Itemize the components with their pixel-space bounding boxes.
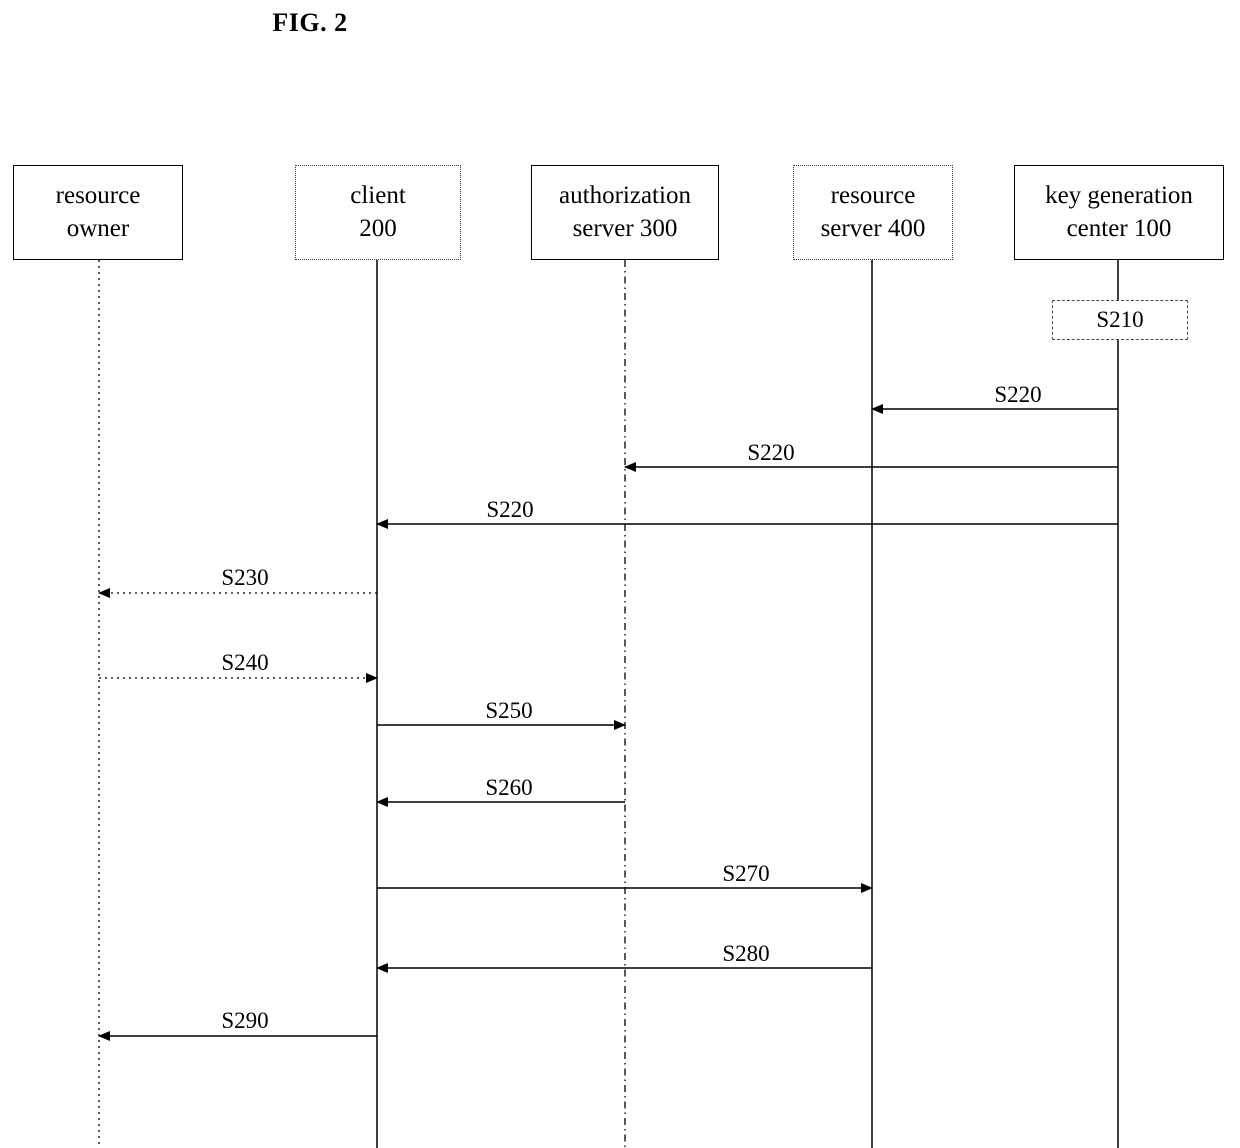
actor-box-resource-owner[interactable]: resource owner [13,165,183,260]
message-label-s290: S290 [221,1008,269,1033]
message-label-s250: S250 [485,698,533,723]
message-label-s220-c: S220 [486,497,534,522]
message-label-s270: S270 [722,861,770,886]
message-label-s230: S230 [221,565,269,590]
actor-box-key-generation-center[interactable]: key generation center 100 [1014,165,1224,260]
figure-container: FIG. 2 resource owner client 200 authoriza… [0,0,1240,1148]
actor-box-resource-server[interactable]: resource server 400 [793,165,953,260]
message-label-s260: S260 [485,775,533,800]
actor-box-client[interactable]: client 200 [295,165,461,260]
actor-box-authorization-server[interactable]: authorization server 300 [531,165,719,260]
step-box-s210[interactable]: S210 [1052,300,1188,340]
message-label-s220-a: S220 [994,382,1042,407]
message-label-s240: S240 [221,650,269,675]
messages-layer [98,404,1118,1041]
message-label-s220-b: S220 [747,440,795,465]
message-label-s280: S280 [722,941,770,966]
